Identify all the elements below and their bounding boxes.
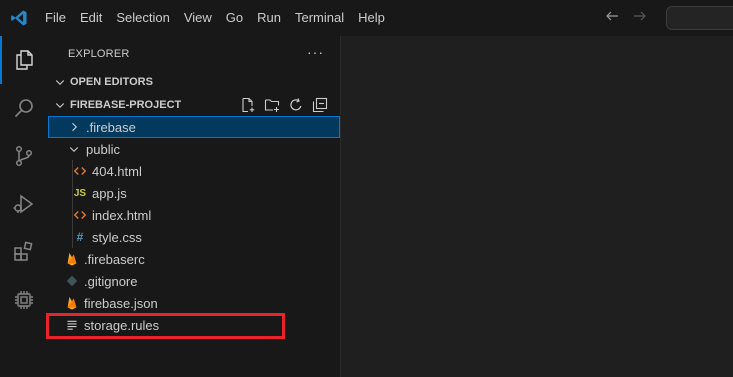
source-control-icon[interactable] [0,132,48,180]
search-icon[interactable] [0,84,48,132]
menu-go[interactable]: Go [219,0,250,36]
menu-edit[interactable]: Edit [73,0,109,36]
extensions-icon[interactable] [0,228,48,276]
git-icon [64,273,80,289]
highlight-box [46,313,285,339]
editor-area [341,36,733,377]
more-actions-icon[interactable]: ··· [307,44,324,60]
js-icon: JS [73,187,87,199]
tree-item-gitignore[interactable]: .gitignore [48,270,340,292]
tree-item-label: .firebase [86,119,136,135]
title-bar: File Edit Selection View Go Run Terminal… [0,0,733,36]
tree-item-firebase-json[interactable]: firebase.json [48,292,340,314]
indent-guide [72,204,73,226]
open-editors-label: OPEN EDITORS [70,76,153,88]
menu-help[interactable]: Help [351,0,392,36]
project-label: FIREBASE-PROJECT [70,99,182,111]
navigation-arrows [604,0,648,36]
firebase-icon [64,295,80,311]
tree-item-label: app.js [92,185,127,201]
tree-item-firebaserc[interactable]: .firebaserc [48,248,340,270]
tree-item-index-html[interactable]: index.html [48,204,340,226]
vscode-logo-icon [4,0,34,36]
menu-selection[interactable]: Selection [109,0,176,36]
menu-view[interactable]: View [177,0,219,36]
explorer-title: EXPLORER [68,47,130,60]
back-arrow-icon[interactable] [604,8,620,29]
new-folder-icon[interactable] [264,97,280,116]
collapse-all-icon[interactable] [312,97,328,116]
run-debug-icon[interactable] [0,180,48,228]
explorer-header: EXPLORER ··· [48,36,340,71]
indent-guide [72,160,73,182]
menu-file[interactable]: File [38,0,73,36]
tree-item-label: .gitignore [84,273,138,289]
tree-item-label: public [86,141,120,157]
tree-item-404-html[interactable]: 404.html [48,160,340,182]
explorer-actions [240,97,328,116]
tree-item-label: 404.html [92,163,142,179]
remote-explorer-icon[interactable] [0,276,48,324]
html-icon [72,163,88,179]
indent-guide [72,226,73,248]
tree-item-firebase-folder[interactable]: .firebase [48,116,340,138]
project-section[interactable]: FIREBASE-PROJECT [48,94,340,116]
chevron-down-icon [52,99,68,111]
command-center-search[interactable] [666,6,733,30]
tree-item-public-folder[interactable]: public [48,138,340,160]
html-icon [72,207,88,223]
explorer-icon[interactable] [0,36,48,84]
menu-terminal[interactable]: Terminal [288,0,351,36]
menu-run[interactable]: Run [250,0,288,36]
chevron-down-icon [52,76,68,88]
chevron-down-icon [66,141,82,157]
forward-arrow-icon[interactable] [632,8,648,29]
new-file-icon[interactable] [240,97,256,116]
chevron-right-icon [66,119,82,135]
tree-item-label: style.css [92,229,142,245]
css-icon: # [76,230,84,244]
tree-item-label: firebase.json [84,295,158,311]
indent-guide [72,182,73,204]
open-editors-section[interactable]: OPEN EDITORS [48,71,340,93]
menu-bar: File Edit Selection View Go Run Terminal… [38,0,392,36]
refresh-icon[interactable] [288,97,304,116]
tree-item-style-css[interactable]: # style.css [48,226,340,248]
tree-item-app-js[interactable]: JS app.js [48,182,340,204]
tree-item-label: .firebaserc [84,251,145,267]
tree-item-label: index.html [92,207,152,223]
activity-bar [0,36,48,377]
firebase-icon [64,251,80,267]
